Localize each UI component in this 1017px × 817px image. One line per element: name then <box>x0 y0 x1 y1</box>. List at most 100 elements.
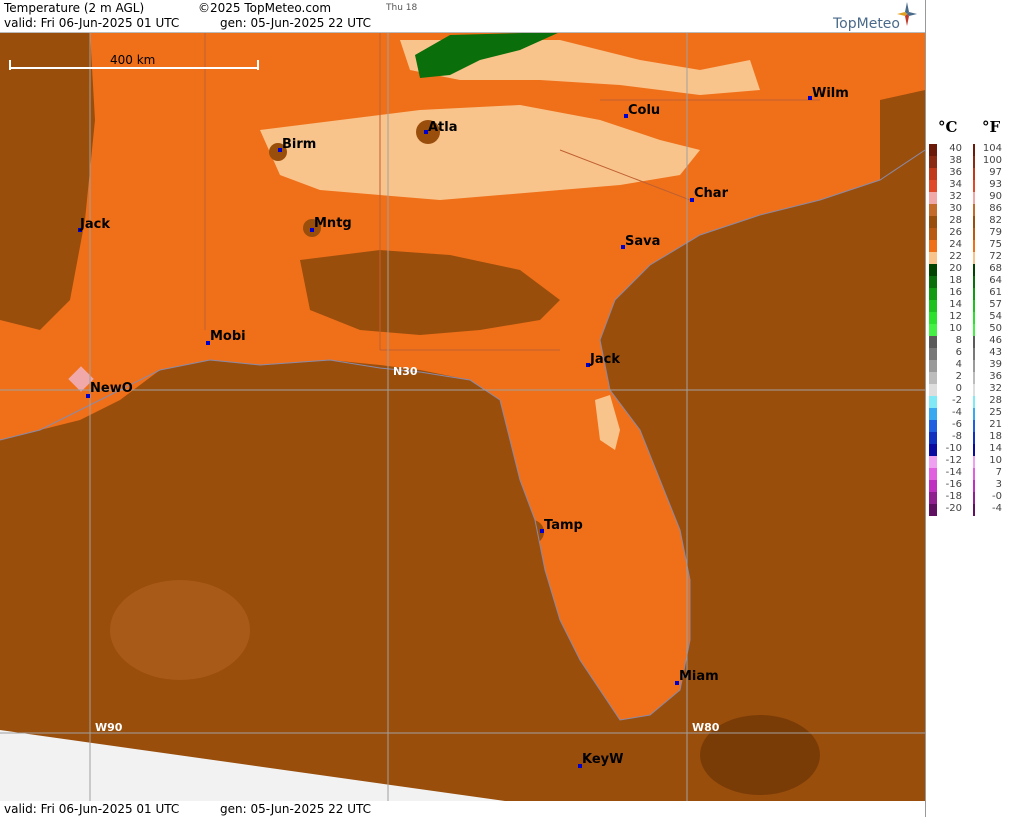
city-char[interactable]: Char <box>690 186 729 202</box>
svg-text:Birm: Birm <box>282 137 316 152</box>
city-newo[interactable]: NewO <box>86 381 133 398</box>
legend-swatch-f <box>973 444 975 456</box>
legend-swatch-f <box>973 288 975 300</box>
legend-celsius-label: 22 <box>949 251 962 262</box>
legend-celsius-label: 8 <box>955 335 962 346</box>
legend-swatch-f <box>973 276 975 288</box>
city-wilm[interactable]: Wilm <box>808 86 849 101</box>
scale-bar-label: 400 km <box>110 53 155 67</box>
legend-fahrenheit-label: 100 <box>982 155 1002 166</box>
city-colu[interactable]: Colu <box>624 103 660 118</box>
legend-fahrenheit-label: 32 <box>989 383 1002 394</box>
legend-swatch-f <box>973 312 975 324</box>
city-mobi[interactable]: Mobi <box>206 329 246 345</box>
legend-swatch-f <box>973 456 975 468</box>
legend-celsius-label: 2 <box>955 371 962 382</box>
cool-patch <box>880 90 925 570</box>
svg-text:NewO: NewO <box>90 381 133 396</box>
legend-swatch <box>929 360 937 372</box>
legend-celsius-label: -14 <box>945 467 962 478</box>
legend-swatch-f <box>973 180 975 192</box>
legend-swatch <box>929 432 937 444</box>
legend-swatch-f <box>973 324 975 336</box>
temperature-map[interactable]: N30 W90 W80 400 km Jack Birm Atla Colu W… <box>0 0 925 817</box>
legend-swatch <box>929 324 937 336</box>
legend-celsius-label: -18 <box>945 491 962 502</box>
legend-fahrenheit-label: 82 <box>989 215 1002 226</box>
legend-swatch <box>929 276 937 288</box>
header-bar: Temperature (2 m AGL) ©2025 TopMeteo.com… <box>0 0 925 33</box>
legend-fahrenheit-label: 7 <box>995 467 1002 478</box>
lon-label-west: W90 <box>95 721 123 734</box>
footer-valid: valid: Fri 06-Jun-2025 01 UTC <box>4 802 180 816</box>
legend-celsius-label: -16 <box>945 479 962 490</box>
legend-swatch <box>929 144 937 156</box>
legend-swatch <box>929 192 937 204</box>
legend-celsius-label: 40 <box>949 143 962 154</box>
legend-swatch-f <box>973 420 975 432</box>
legend-swatch-f <box>973 468 975 480</box>
legend-fahrenheit-label: 61 <box>989 287 1002 298</box>
svg-text:Tamp: Tamp <box>544 518 583 533</box>
compass-icon <box>897 2 917 26</box>
legend-swatch <box>929 204 937 216</box>
brand-logo: TopMeteo <box>833 16 900 32</box>
city-atla[interactable]: Atla <box>424 120 458 135</box>
legend-celsius-label: -12 <box>945 455 962 466</box>
legend-celsius-label: 20 <box>949 263 962 274</box>
legend-celsius-label: -8 <box>952 431 962 442</box>
legend-swatch-f <box>973 252 975 264</box>
legend-celsius-label: -2 <box>952 395 962 406</box>
legend-swatch-f <box>973 360 975 372</box>
legend-fahrenheit-label: 90 <box>989 191 1002 202</box>
legend-fahrenheit-label: 104 <box>982 143 1002 154</box>
svg-text:Mobi: Mobi <box>210 329 246 344</box>
legend-swatch <box>929 216 937 228</box>
city-jack-east[interactable]: Jack <box>586 352 620 367</box>
legend-swatch <box>929 300 937 312</box>
city-mntg[interactable]: Mntg <box>310 216 352 232</box>
legend-fahrenheit-label: 86 <box>989 203 1002 214</box>
legend-celsius-label: 34 <box>949 179 962 190</box>
legend-fahrenheit-label: 3 <box>995 479 1002 490</box>
legend-celsius-label: 4 <box>955 359 962 370</box>
legend-celsius-label: 32 <box>949 191 962 202</box>
city-jack-west[interactable]: Jack <box>78 217 110 232</box>
city-keyw[interactable]: KeyW <box>578 752 623 768</box>
legend-celsius-label: 6 <box>955 347 962 358</box>
legend-fahrenheit-label: 18 <box>989 431 1002 442</box>
svg-text:Atla: Atla <box>428 120 458 135</box>
city-tamp[interactable]: Tamp <box>540 518 583 533</box>
legend-swatch-f <box>973 264 975 276</box>
legend-celsius-label: 0 <box>955 383 962 394</box>
legend-swatch <box>929 480 937 492</box>
legend-fahrenheit-label: 39 <box>989 359 1002 370</box>
svg-text:Mntg: Mntg <box>314 216 352 231</box>
legend-fahrenheit-label: 64 <box>989 275 1002 286</box>
legend-swatch <box>929 456 937 468</box>
legend-swatch <box>929 408 937 420</box>
svg-text:Jack: Jack <box>79 217 110 232</box>
legend-unit-c: °C <box>938 118 958 136</box>
legend-fahrenheit-label: 54 <box>989 311 1002 322</box>
legend-swatch-f <box>973 432 975 444</box>
legend-swatch-f <box>973 504 975 516</box>
legend-fahrenheit-label: -4 <box>992 503 1002 514</box>
legend-swatch-f <box>973 168 975 180</box>
legend-fahrenheit-label: 25 <box>989 407 1002 418</box>
legend-swatch-f <box>973 192 975 204</box>
legend-fahrenheit-label: 72 <box>989 251 1002 262</box>
city-miam[interactable]: Miam <box>675 669 719 685</box>
legend-celsius-label: 14 <box>949 299 962 310</box>
legend-fahrenheit-label: 79 <box>989 227 1002 238</box>
city-sava[interactable]: Sava <box>621 234 660 249</box>
legend-swatch-f <box>973 348 975 360</box>
city-birm[interactable]: Birm <box>278 137 316 152</box>
legend-swatch-f <box>973 492 975 504</box>
copyright: ©2025 TopMeteo.com <box>198 1 332 15</box>
footer-bar: valid: Fri 06-Jun-2025 01 UTC gen: 05-Ju… <box>0 801 925 817</box>
legend-celsius-label: 38 <box>949 155 962 166</box>
legend-fahrenheit-label: 46 <box>989 335 1002 346</box>
legend-fahrenheit-label: 50 <box>989 323 1002 334</box>
svg-text:Char: Char <box>694 186 729 201</box>
